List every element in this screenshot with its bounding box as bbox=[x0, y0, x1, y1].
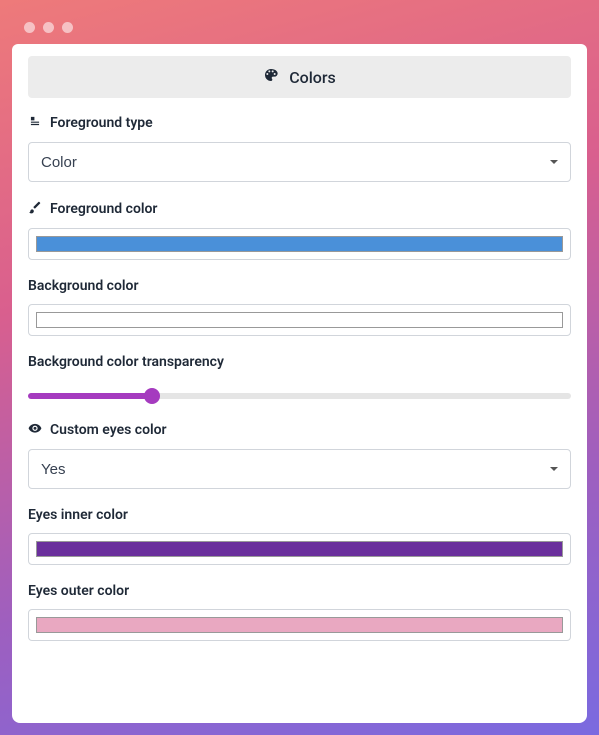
field-custom-eyes: Custom eyes color Yes bbox=[12, 421, 587, 489]
section-header: Colors bbox=[28, 56, 571, 98]
color-wrap bbox=[28, 228, 571, 260]
field-label: Background color bbox=[28, 278, 571, 294]
field-foreground-color: Foreground color bbox=[12, 200, 587, 260]
field-background-color: Background color bbox=[12, 278, 587, 336]
label-text: Eyes outer color bbox=[28, 583, 129, 599]
type-icon bbox=[28, 114, 42, 132]
label-text: Background color bbox=[28, 278, 139, 294]
color-wrap bbox=[28, 609, 571, 641]
window-titlebar bbox=[12, 12, 587, 42]
custom-eyes-select[interactable]: Yes bbox=[28, 449, 571, 489]
window-close-dot[interactable] bbox=[24, 22, 35, 33]
foreground-color-input[interactable] bbox=[36, 236, 563, 252]
field-label: Eyes outer color bbox=[28, 583, 571, 599]
color-wrap bbox=[28, 533, 571, 565]
foreground-type-select[interactable]: Color bbox=[28, 142, 571, 182]
field-label: Eyes inner color bbox=[28, 507, 571, 523]
eyes-inner-color-input[interactable] bbox=[36, 541, 563, 557]
bg-transparency-slider[interactable] bbox=[28, 393, 571, 399]
panel: Colors Foreground type Color Foreground … bbox=[12, 44, 587, 723]
label-text: Foreground color bbox=[50, 201, 157, 217]
field-eyes-inner: Eyes inner color bbox=[12, 507, 587, 565]
slider-wrap bbox=[28, 380, 571, 403]
window: Colors Foreground type Color Foreground … bbox=[12, 12, 587, 723]
color-wrap bbox=[28, 304, 571, 336]
eye-icon bbox=[28, 421, 42, 439]
field-eyes-outer: Eyes outer color bbox=[12, 583, 587, 641]
label-text: Custom eyes color bbox=[50, 422, 167, 438]
label-text: Eyes inner color bbox=[28, 507, 128, 523]
palette-icon bbox=[263, 67, 279, 87]
field-label: Custom eyes color bbox=[28, 421, 571, 439]
section-title: Colors bbox=[289, 68, 336, 87]
label-text: Foreground type bbox=[50, 115, 153, 131]
field-label: Foreground color bbox=[28, 200, 571, 218]
background-color-input[interactable] bbox=[36, 312, 563, 328]
field-bg-transparency: Background color transparency bbox=[12, 354, 587, 403]
field-foreground-type: Foreground type Color bbox=[12, 114, 587, 182]
label-text: Background color transparency bbox=[28, 354, 224, 370]
eyes-outer-color-input[interactable] bbox=[36, 617, 563, 633]
window-minimize-dot[interactable] bbox=[43, 22, 54, 33]
field-label: Background color transparency bbox=[28, 354, 571, 370]
brush-icon bbox=[28, 200, 42, 218]
field-label: Foreground type bbox=[28, 114, 571, 132]
window-maximize-dot[interactable] bbox=[62, 22, 73, 33]
